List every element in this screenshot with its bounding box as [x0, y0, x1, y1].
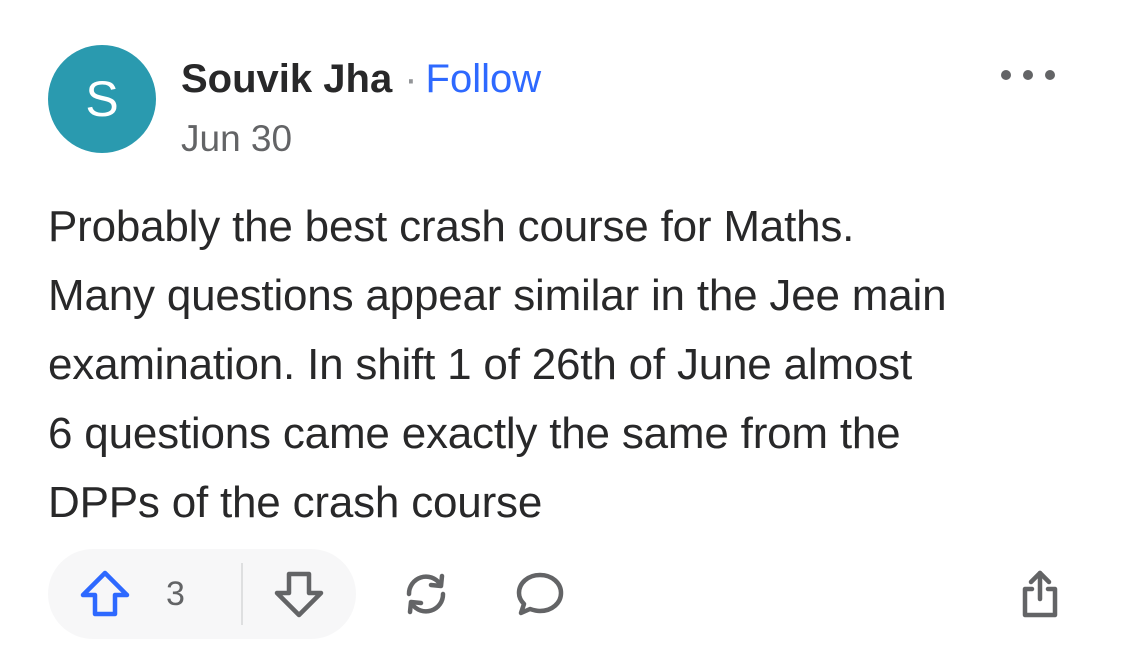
downvote-button[interactable] — [272, 549, 326, 639]
avatar-letter: S — [85, 71, 119, 127]
share-button[interactable] — [396, 549, 456, 639]
author-header: Souvik Jha · Follow — [181, 56, 541, 102]
export-button[interactable] — [1010, 549, 1070, 639]
header-separator: · — [404, 57, 418, 101]
upvote-button[interactable] — [78, 549, 132, 639]
arrow-down-outline-icon — [274, 571, 324, 618]
more-options-button[interactable] — [996, 60, 1060, 90]
vote-group: 3 — [48, 549, 356, 639]
avatar[interactable]: S — [48, 45, 156, 153]
upvote-count: 3 — [166, 574, 185, 613]
post-date[interactable]: Jun 30 — [181, 116, 292, 162]
speech-bubble-icon — [516, 572, 564, 616]
comment-button[interactable] — [510, 549, 570, 639]
vote-divider — [241, 563, 243, 625]
follow-button[interactable]: Follow — [426, 56, 542, 102]
reshare-cycle-icon — [406, 573, 446, 615]
share-upload-icon — [1022, 570, 1058, 618]
three-dots-icon — [1001, 70, 1055, 80]
post-body: Probably the best crash course for Maths… — [48, 202, 947, 527]
arrow-up-outline-icon — [80, 570, 130, 617]
author-name[interactable]: Souvik Jha — [181, 56, 392, 102]
